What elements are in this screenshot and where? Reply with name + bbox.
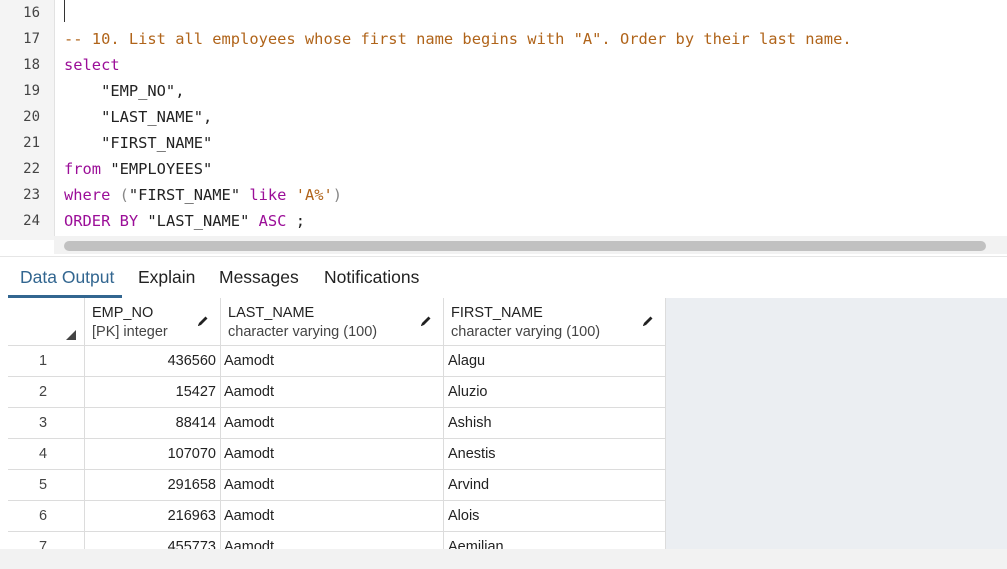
column-header-last-name[interactable]: LAST_NAME character varying (100) <box>221 298 444 346</box>
cell-first-name[interactable]: Arvind <box>444 470 666 501</box>
code-token: like <box>240 186 287 204</box>
code-token: ASC <box>258 212 287 230</box>
tab-explain[interactable]: Explain <box>138 267 195 288</box>
cell-emp-no[interactable]: 15427 <box>85 377 221 408</box>
code-text: from "EMPLOYEES" <box>64 156 212 182</box>
column-name: FIRST_NAME <box>451 305 543 321</box>
cell-emp-no[interactable]: 436560 <box>85 346 221 377</box>
cell-emp-no[interactable]: 216963 <box>85 501 221 532</box>
table-row[interactable]: 1 436560 Aamodt Alagu <box>8 346 666 377</box>
cell-last-name[interactable]: Aamodt <box>221 470 444 501</box>
row-number[interactable]: 5 <box>8 470 85 501</box>
row-number[interactable]: 3 <box>8 408 85 439</box>
line-number: 16 <box>23 5 40 21</box>
row-number[interactable]: 2 <box>8 377 85 408</box>
code-token: "LAST_NAME", <box>64 108 213 126</box>
select-all-triangle-icon[interactable] <box>66 330 76 340</box>
data-output-grid: EMP_NO [PK] integer LAST_NAME character … <box>8 298 1007 549</box>
line-number: 23 <box>23 187 40 203</box>
row-number-header[interactable] <box>8 298 85 346</box>
code-token: select <box>64 56 120 74</box>
bottom-bar <box>0 549 1007 569</box>
edit-pencil-icon[interactable] <box>419 314 433 328</box>
code-text: select <box>64 52 120 78</box>
code-token: ) <box>332 186 343 204</box>
column-type: character varying (100) <box>228 324 378 340</box>
code-text: "LAST_NAME", <box>64 104 212 130</box>
cell-first-name[interactable]: Anestis <box>444 439 666 470</box>
line-number: 20 <box>23 109 40 125</box>
table-row[interactable]: 3 88414 Aamodt Ashish <box>8 408 666 439</box>
code-token: -- 10. List all employees whose first na… <box>64 30 852 48</box>
text-cursor <box>64 0 65 22</box>
cell-last-name[interactable]: Aamodt <box>221 439 444 470</box>
line-number: 19 <box>23 83 40 99</box>
row-number[interactable]: 6 <box>8 501 85 532</box>
code-text: ORDER BY "LAST_NAME" ASC ; <box>64 208 305 234</box>
cell-first-name[interactable]: Alois <box>444 501 666 532</box>
code-text: "FIRST_NAME" <box>64 130 212 156</box>
table-row[interactable]: 2 15427 Aamodt Aluzio <box>8 377 666 408</box>
row-number[interactable]: 4 <box>8 439 85 470</box>
code-token: "EMP_NO", <box>64 82 185 100</box>
cell-first-name[interactable]: Alagu <box>444 346 666 377</box>
tab-notifications[interactable]: Notifications <box>324 267 419 288</box>
code-token: "LAST_NAME" <box>138 212 259 230</box>
scrollbar-thumb[interactable] <box>64 241 986 251</box>
edit-pencil-icon[interactable] <box>641 314 655 328</box>
result-tabs: Data Output Explain Messages Notificatio… <box>0 256 1007 300</box>
code-token: "FIRST_NAME" <box>128 186 241 204</box>
code-token: ; <box>286 212 305 230</box>
line-number: 18 <box>23 57 40 73</box>
code-token: 'A%' <box>286 186 333 204</box>
cell-emp-no[interactable]: 107070 <box>85 439 221 470</box>
tab-messages[interactable]: Messages <box>219 267 299 288</box>
cell-emp-no[interactable]: 291658 <box>85 470 221 501</box>
edit-pencil-icon[interactable] <box>196 314 210 328</box>
cell-last-name[interactable]: Aamodt <box>221 346 444 377</box>
line-number: 17 <box>23 31 40 47</box>
code-token: ( <box>110 186 129 204</box>
table-row[interactable]: 5 291658 Aamodt Arvind <box>8 470 666 501</box>
row-number[interactable]: 1 <box>8 346 85 377</box>
column-name: EMP_NO <box>92 305 154 321</box>
table-row[interactable]: 6 216963 Aamodt Alois <box>8 501 666 532</box>
line-number: 22 <box>23 161 40 177</box>
cell-emp-no[interactable]: 88414 <box>85 408 221 439</box>
column-header-emp-no[interactable]: EMP_NO [PK] integer <box>85 298 221 346</box>
column-type: [PK] integer <box>92 324 168 340</box>
cell-first-name[interactable]: Aluzio <box>444 377 666 408</box>
code-text: where ("FIRST_NAME" like 'A%') <box>64 182 342 208</box>
sql-editor[interactable]: 16 17 -- 10. List all employees whose firs… <box>0 0 1007 254</box>
cell-first-name[interactable]: Aemilian <box>444 532 666 549</box>
cell-last-name[interactable]: Aamodt <box>221 532 444 549</box>
grid-left-margin <box>0 298 8 549</box>
code-token: from <box>64 160 102 178</box>
code-text: -- 10. List all employees whose first na… <box>64 26 852 52</box>
line-number: 21 <box>23 135 40 151</box>
cell-last-name[interactable]: Aamodt <box>221 377 444 408</box>
tab-data-output[interactable]: Data Output <box>20 267 114 288</box>
column-header-first-name[interactable]: FIRST_NAME character varying (100) <box>444 298 666 346</box>
line-number: 24 <box>23 213 40 229</box>
code-token: where <box>64 186 111 204</box>
cell-last-name[interactable]: Aamodt <box>221 501 444 532</box>
column-type: character varying (100) <box>451 324 601 340</box>
table-row[interactable]: 4 107070 Aamodt Anestis <box>8 439 666 470</box>
table-row[interactable]: 7 455773 Aamodt Aemilian <box>8 532 666 549</box>
cell-first-name[interactable]: Ashish <box>444 408 666 439</box>
code-token: "FIRST_NAME" <box>64 134 213 152</box>
code-token: "EMPLOYEES" <box>101 160 213 178</box>
code-text: "EMP_NO", <box>64 78 184 104</box>
column-name: LAST_NAME <box>228 305 315 321</box>
code-token: ORDER BY <box>64 212 139 230</box>
cell-last-name[interactable]: Aamodt <box>221 408 444 439</box>
cell-emp-no[interactable]: 455773 <box>85 532 221 549</box>
row-number[interactable]: 7 <box>8 532 85 549</box>
